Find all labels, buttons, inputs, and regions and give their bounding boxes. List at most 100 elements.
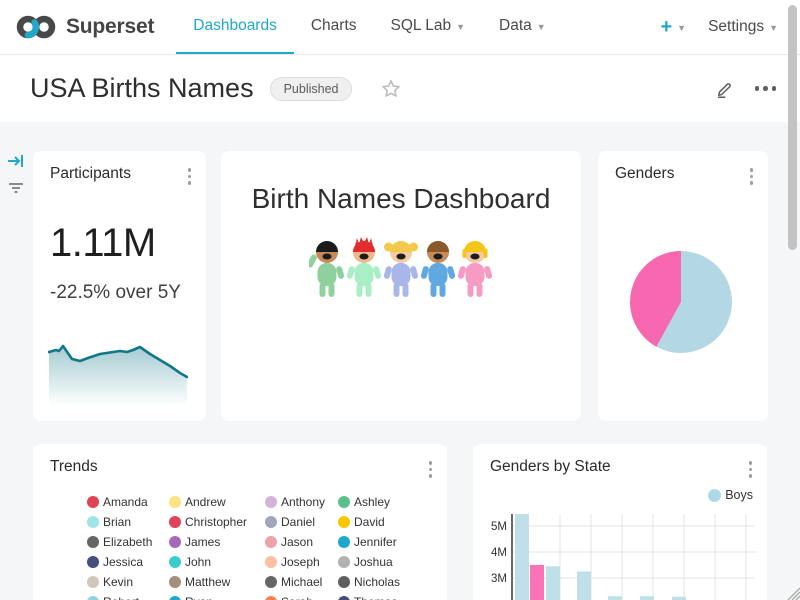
legend-item-anthony[interactable]: Anthony [265, 492, 338, 512]
legend-label: Joseph [281, 555, 320, 569]
published-badge[interactable]: Published [270, 77, 353, 101]
favorite-star-icon[interactable] [380, 78, 402, 100]
legend-item-john[interactable]: John [169, 552, 265, 572]
big-number-delta: -22.5% over 5Y [50, 282, 181, 304]
brand-name: Superset [66, 15, 154, 39]
legend-item-sarah[interactable]: Sarah [265, 592, 338, 600]
legend-label: Ashley [354, 495, 390, 509]
child-figure [420, 237, 456, 301]
nav-dashboards[interactable]: Dashboards [176, 0, 294, 54]
child-figure [346, 237, 382, 301]
child-figure [383, 237, 419, 301]
legend-dot [169, 536, 181, 548]
expand-filter-bar-icon[interactable] [7, 153, 25, 174]
legend-dot [265, 556, 277, 568]
legend-label: Nicholas [354, 575, 400, 589]
settings-menu[interactable]: Settings▼ [708, 18, 778, 36]
legend-item-robert[interactable]: Robert [87, 592, 169, 600]
legend-label: Matthew [185, 575, 230, 589]
legend-dot [708, 489, 721, 502]
legend-dot [87, 596, 99, 600]
legend-item-joseph[interactable]: Joseph [265, 552, 338, 572]
legend-dot [338, 576, 350, 588]
legend-label: Thomas [354, 595, 397, 600]
legend-dot [338, 596, 350, 600]
nav-sql-lab[interactable]: SQL Lab▼ [374, 0, 483, 54]
card-participants: Participants 1.11M -22.5% over 5Y [33, 151, 206, 421]
legend-dot [265, 596, 277, 600]
legend-item-amanda[interactable]: Amanda [87, 492, 169, 512]
chevron-down-icon: ▼ [537, 22, 546, 32]
kebab-menu-icon[interactable] [748, 166, 756, 187]
child-figure [457, 237, 493, 301]
legend-item-andrew[interactable]: Andrew [169, 492, 265, 512]
bar-chart: 5M4M3M [473, 504, 767, 600]
legend-item-jennifer[interactable]: Jennifer [338, 532, 439, 552]
legend-item-jason[interactable]: Jason [265, 532, 338, 552]
legend-label: Jennifer [354, 535, 397, 549]
legend-dot [87, 576, 99, 588]
legend-item-matthew[interactable]: Matthew [169, 572, 265, 592]
legend-item-jessica[interactable]: Jessica [87, 552, 169, 572]
nav-charts[interactable]: Charts [294, 0, 374, 54]
legend-item-ryan[interactable]: Ryan [169, 592, 265, 600]
legend-label: David [354, 515, 385, 529]
legend-item-james[interactable]: James [169, 532, 265, 552]
edit-pencil-icon[interactable] [713, 78, 735, 100]
card-trends: Trends Amanda Andrew Anthony Ashley Brian Chr… [33, 444, 447, 600]
legend-dot [338, 556, 350, 568]
legend-item-nicholas[interactable]: Nicholas [338, 572, 439, 592]
top-navbar: Superset Dashboards Charts SQL Lab▼ Data… [0, 0, 800, 55]
filter-icon[interactable] [7, 181, 25, 200]
legend-dot [265, 576, 277, 588]
legend-label: Joshua [354, 555, 393, 569]
svg-text:3M: 3M [491, 573, 507, 585]
infinity-logo-icon [14, 12, 58, 42]
more-actions-ellipsis-icon[interactable] [755, 86, 777, 91]
legend-label: Christopher [185, 515, 247, 529]
nav-data[interactable]: Data▼ [482, 0, 563, 54]
legend-item-thomas[interactable]: Thomas [338, 592, 439, 600]
card-genders-by-state: Genders by State Boys 5M4M3M [473, 444, 767, 600]
svg-text:5M: 5M [491, 521, 507, 533]
legend-label: Michael [281, 575, 322, 589]
legend-item-kevin[interactable]: Kevin [87, 572, 169, 592]
legend-dot [338, 496, 350, 508]
big-number-value: 1.11M [50, 221, 156, 266]
legend-label: Elizabeth [103, 535, 152, 549]
legend-item-joshua[interactable]: Joshua [338, 552, 439, 572]
legend-item-daniel[interactable]: Daniel [265, 512, 338, 532]
resize-handle-icon[interactable] [782, 582, 800, 600]
dashboard-grid: Participants 1.11M -22.5% over 5Y Birth … [0, 122, 800, 600]
scrollbar-thumb[interactable] [788, 5, 797, 250]
legend-item-boys[interactable]: Boys [708, 488, 753, 502]
chart-title: Trends [50, 458, 98, 476]
legend-label: Kevin [103, 575, 133, 589]
superset-logo[interactable]: Superset [0, 0, 154, 54]
page-title: USA Births Names [30, 73, 254, 104]
legend-dot [169, 556, 181, 568]
legend-item-david[interactable]: David [338, 512, 439, 532]
kebab-menu-icon[interactable] [427, 459, 435, 480]
trends-legend: Amanda Andrew Anthony Ashley Brian Christophe… [87, 492, 439, 600]
legend-item-ashley[interactable]: Ashley [338, 492, 439, 512]
legend-label: Amanda [103, 495, 148, 509]
legend-label: Anthony [281, 495, 325, 509]
legend-item-brian[interactable]: Brian [87, 512, 169, 532]
kebab-menu-icon[interactable] [747, 459, 755, 480]
legend-label: John [185, 555, 211, 569]
legend-item-christopher[interactable]: Christopher [169, 512, 265, 532]
legend-dot [265, 496, 277, 508]
legend-item-elizabeth[interactable]: Elizabeth [87, 532, 169, 552]
new-item-button[interactable]: +▼ [660, 16, 686, 39]
legend-label: Robert [103, 595, 139, 600]
chart-title: Participants [50, 165, 131, 183]
chart-title: Genders by State [490, 458, 611, 476]
legend-item-michael[interactable]: Michael [265, 572, 338, 592]
dashboard-header: USA Births Names Published [0, 55, 800, 122]
legend-label: Andrew [185, 495, 226, 509]
legend-dot [87, 496, 99, 508]
chevron-down-icon: ▼ [456, 22, 465, 32]
kebab-menu-icon[interactable] [186, 166, 194, 187]
main-nav: Dashboards Charts SQL Lab▼ Data▼ [176, 0, 562, 54]
